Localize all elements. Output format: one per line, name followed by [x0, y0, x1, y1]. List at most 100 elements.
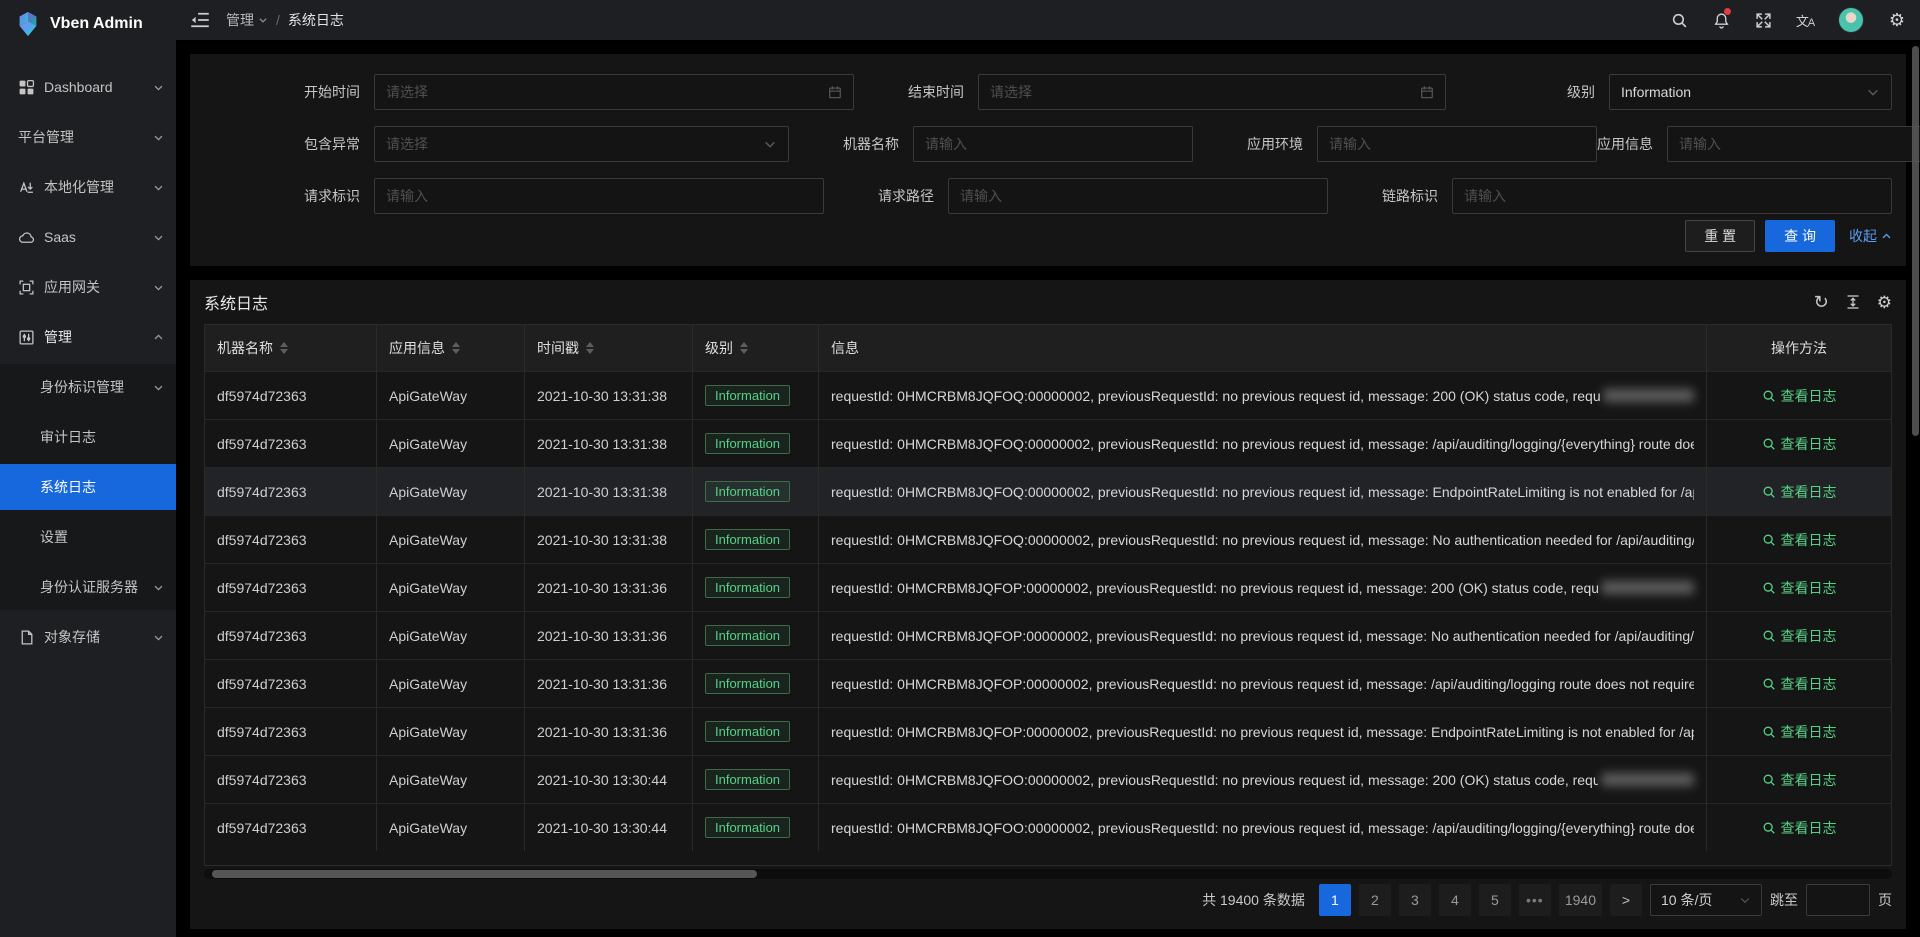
- cell-message: requestId: 0HMCRBM8JQFOQ:00000002, previ…: [819, 467, 1707, 515]
- page-button-2[interactable]: 2: [1359, 884, 1391, 916]
- user-avatar[interactable]: [1838, 7, 1864, 33]
- view-log-link[interactable]: 查看日志: [1762, 626, 1837, 646]
- app-info-input[interactable]: [1667, 126, 1920, 162]
- page-button-4[interactable]: 4: [1439, 884, 1471, 916]
- view-log-label: 查看日志: [1781, 386, 1837, 406]
- cell-app-info: ApiGateWay: [377, 371, 525, 419]
- sort-caret-icon: [740, 342, 748, 354]
- level-select[interactable]: Information: [1609, 74, 1892, 110]
- settings-gear-icon[interactable]: ⚙: [1888, 11, 1906, 29]
- view-log-label: 查看日志: [1781, 530, 1837, 550]
- chevron-down-icon: [153, 182, 164, 193]
- level-badge: Information: [705, 625, 790, 646]
- refresh-icon[interactable]: ↻: [1814, 293, 1829, 311]
- sidebar-item-label: Saas: [44, 229, 153, 245]
- has-exception-label: 包含异常: [260, 134, 360, 154]
- management-icon: [18, 329, 35, 346]
- chevron-down-icon: [153, 82, 164, 93]
- machine-name-label: 机器名称: [813, 134, 899, 154]
- sidebar-item-identity-management[interactable]: 身份标识管理: [0, 364, 176, 410]
- view-log-link[interactable]: 查看日志: [1762, 722, 1837, 742]
- view-log-link[interactable]: 查看日志: [1762, 818, 1837, 838]
- sidebar-item-identity-server[interactable]: 身份认证服务器: [0, 564, 176, 610]
- cell-level: Information: [693, 371, 819, 419]
- row-height-icon[interactable]: [1845, 294, 1861, 310]
- column-header-level[interactable]: 级别: [693, 325, 819, 371]
- start-time-input[interactable]: [374, 74, 854, 110]
- sidebar-item-label: 系统日志: [40, 477, 164, 497]
- page-button-3[interactable]: 3: [1399, 884, 1431, 916]
- machine-name-input[interactable]: [913, 126, 1193, 162]
- page-button-1940[interactable]: 1940: [1559, 884, 1602, 916]
- sidebar-item-settings[interactable]: 设置: [0, 514, 176, 560]
- request-id-label: 请求标识: [260, 186, 360, 206]
- table-row: df5974d72363ApiGateWay2021-10-30 13:31:3…: [205, 371, 1891, 419]
- cell-machine-name: df5974d72363: [205, 563, 377, 611]
- cell-app-info: ApiGateWay: [377, 755, 525, 803]
- end-time-input[interactable]: [978, 74, 1446, 110]
- sidebar-item-dashboard[interactable]: Dashboard: [0, 64, 176, 110]
- app-env-input[interactable]: [1317, 126, 1597, 162]
- chevron-up-icon: [1881, 231, 1892, 242]
- cell-timestamp: 2021-10-30 13:31:36: [525, 707, 693, 755]
- column-settings-icon[interactable]: ⚙: [1877, 294, 1892, 311]
- view-log-link[interactable]: 查看日志: [1762, 434, 1837, 454]
- pagination-ellipsis[interactable]: •••: [1519, 884, 1551, 916]
- view-log-link[interactable]: 查看日志: [1762, 482, 1837, 502]
- view-log-link[interactable]: 查看日志: [1762, 770, 1837, 790]
- request-path-input[interactable]: [948, 178, 1328, 214]
- view-log-label: 查看日志: [1781, 578, 1837, 598]
- sidebar-item-object-storage[interactable]: 对象存储: [0, 614, 176, 660]
- sidebar-item-saas[interactable]: Saas: [0, 214, 176, 260]
- calendar-icon: [1420, 85, 1434, 99]
- page-button-5[interactable]: 5: [1479, 884, 1511, 916]
- query-button[interactable]: 查 询: [1765, 220, 1835, 252]
- sidebar-item-platform-management[interactable]: 平台管理: [0, 114, 176, 160]
- cell-message: requestId: 0HMCRBM8JQFOQ:00000002, previ…: [819, 371, 1707, 419]
- jump-page-input[interactable]: [1806, 884, 1870, 916]
- app-title: Vben Admin: [50, 15, 143, 33]
- reset-button[interactable]: 重 置: [1685, 220, 1755, 252]
- view-log-link[interactable]: 查看日志: [1762, 530, 1837, 550]
- filter-actions: 重 置 查 询 收起: [204, 220, 1892, 252]
- start-time-label: 开始时间: [260, 82, 360, 102]
- trace-id-input[interactable]: [1452, 178, 1892, 214]
- column-header-timestamp[interactable]: 时间戳: [525, 325, 693, 371]
- breadcrumb-section[interactable]: 管理: [226, 10, 268, 30]
- view-log-link[interactable]: 查看日志: [1762, 578, 1837, 598]
- redacted-blur: [1601, 581, 1694, 594]
- view-log-link[interactable]: 查看日志: [1762, 386, 1837, 406]
- request-id-input[interactable]: [374, 178, 824, 214]
- cell-app-info: ApiGateWay: [377, 419, 525, 467]
- horizontal-scrollbar-track[interactable]: [204, 869, 1892, 879]
- page-size-select[interactable]: 10 条/页: [1650, 884, 1762, 916]
- sidebar-item-localization-management[interactable]: 本地化管理: [0, 164, 176, 210]
- sidebar: Vben Admin Dashboard平台管理本地化管理Saas应用网关管理身…: [0, 0, 176, 937]
- collapse-link[interactable]: 收起: [1849, 226, 1892, 246]
- table-toolbar: ↻ ⚙: [1814, 293, 1892, 311]
- column-header-label: 应用信息: [389, 338, 445, 358]
- column-header-machine[interactable]: 机器名称: [205, 325, 377, 371]
- cell-action: 查看日志: [1707, 803, 1891, 851]
- cell-action: 查看日志: [1707, 755, 1891, 803]
- sidebar-item-system-logs[interactable]: 系统日志: [0, 464, 176, 510]
- level-badge: Information: [705, 769, 790, 790]
- view-log-link[interactable]: 查看日志: [1762, 674, 1837, 694]
- sidebar-item-app-gateway[interactable]: 应用网关: [0, 264, 176, 310]
- fullscreen-icon[interactable]: [1754, 11, 1772, 29]
- horizontal-scrollbar-thumb[interactable]: [212, 870, 757, 878]
- next-page-button[interactable]: >: [1610, 884, 1642, 916]
- magnifier-icon: [1762, 485, 1776, 499]
- search-icon[interactable]: [1670, 11, 1688, 29]
- notification-bell-icon[interactable]: [1712, 11, 1730, 29]
- table-row: df5974d72363ApiGateWay2021-10-30 13:31:3…: [205, 515, 1891, 563]
- sidebar-item-management[interactable]: 管理: [0, 314, 176, 360]
- page-button-1[interactable]: 1: [1319, 884, 1351, 916]
- sidebar-item-audit-logs[interactable]: 审计日志: [0, 414, 176, 460]
- vertical-scrollbar-thumb[interactable]: [1912, 46, 1919, 436]
- menu-fold-icon[interactable]: [190, 10, 210, 30]
- column-header-app[interactable]: 应用信息: [377, 325, 525, 371]
- translate-icon[interactable]: 文A: [1796, 11, 1814, 29]
- has-exception-select[interactable]: 请选择: [374, 126, 789, 162]
- app-logo[interactable]: Vben Admin: [0, 0, 176, 48]
